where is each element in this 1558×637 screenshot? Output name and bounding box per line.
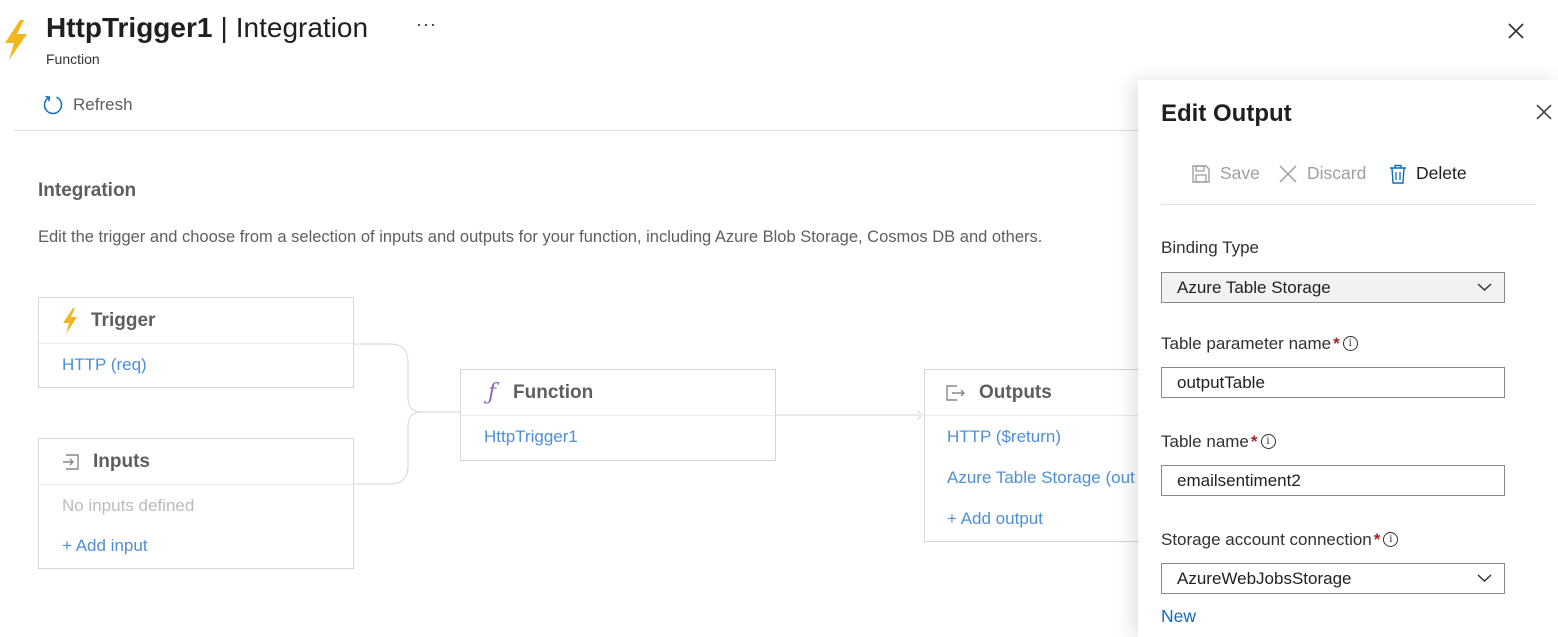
table-parameter-name-input[interactable]: outputTable <box>1161 367 1505 398</box>
output-http-link[interactable]: HTTP ($return) <box>947 427 1165 447</box>
page-subtitle: Function <box>46 51 100 67</box>
discard-icon <box>1279 164 1297 183</box>
trigger-title: Trigger <box>91 309 156 331</box>
info-icon[interactable]: i <box>1383 532 1399 547</box>
discard-button[interactable]: Discard <box>1278 163 1366 184</box>
function-card: ƒ Function HttpTrigger1 <box>460 369 776 461</box>
storage-account-connection-text: Storage account connection <box>1161 530 1372 549</box>
output-table-storage-link[interactable]: Azure Table Storage (out <box>947 468 1165 488</box>
outputs-card-header: Outputs <box>925 370 1165 416</box>
add-output-link[interactable]: + Add output <box>947 509 1165 529</box>
info-icon[interactable]: i <box>1260 434 1276 449</box>
storage-account-connection-dropdown[interactable]: AzureWebJobsStorage <box>1161 563 1505 594</box>
function-title: Function <box>513 381 594 403</box>
outputs-title: Outputs <box>979 381 1052 403</box>
delete-label: Delete <box>1416 163 1467 183</box>
chevron-down-icon <box>1477 574 1492 582</box>
inputs-card: Inputs No inputs defined + Add input <box>38 438 354 569</box>
close-icon[interactable] <box>1505 20 1527 42</box>
binding-type-value: Azure Table Storage <box>1177 278 1331 297</box>
binding-type-dropdown[interactable]: Azure Table Storage <box>1161 272 1505 303</box>
info-icon[interactable]: i <box>1342 336 1358 351</box>
required-marker: * <box>1333 334 1340 353</box>
refresh-label: Refresh <box>73 95 133 114</box>
add-input-link[interactable]: + Add input <box>62 536 148 555</box>
output-icon <box>946 384 965 401</box>
refresh-icon <box>43 95 63 115</box>
table-name-label: Table name * i <box>1161 432 1276 452</box>
inputs-title: Inputs <box>93 450 150 472</box>
table-parameter-name-label: Table parameter name * i <box>1161 334 1358 354</box>
inputs-card-header: Inputs <box>39 439 353 485</box>
function-icon: ƒ <box>487 380 497 405</box>
new-connection-link[interactable]: New <box>1161 606 1196 627</box>
chevron-down-icon <box>1477 283 1492 291</box>
no-inputs-text: No inputs defined <box>62 496 195 515</box>
save-button[interactable]: Save <box>1191 163 1260 184</box>
discard-label: Discard <box>1307 163 1367 183</box>
binding-type-label: Binding Type <box>1161 238 1259 257</box>
function-name: HttpTrigger1 <box>46 12 213 43</box>
panel-command-divider <box>1161 204 1536 205</box>
panel-title: Edit Output <box>1161 100 1292 127</box>
lightning-icon <box>63 307 77 334</box>
table-name-input[interactable]: emailsentiment2 <box>1161 465 1505 496</box>
required-marker: * <box>1250 432 1258 451</box>
title-separator: | <box>220 12 228 43</box>
page-title: HttpTrigger1 | Integration <box>46 12 368 44</box>
function-link[interactable]: HttpTrigger1 <box>484 427 578 446</box>
table-name-text: Table name <box>1161 432 1249 451</box>
edit-output-panel: Edit Output Save Discard Delete Binding … <box>1138 80 1558 637</box>
table-name-value: emailsentiment2 <box>1177 471 1301 490</box>
more-options-button[interactable]: ··· <box>416 14 437 35</box>
trigger-card: Trigger HTTP (req) <box>38 297 354 388</box>
trigger-http-link[interactable]: HTTP (req) <box>62 355 147 374</box>
integration-description: Edit the trigger and choose from a selec… <box>38 228 1043 246</box>
table-parameter-name-text: Table parameter name <box>1161 334 1332 353</box>
refresh-button[interactable]: Refresh <box>42 94 133 116</box>
close-icon[interactable] <box>1534 102 1554 122</box>
trigger-card-header: Trigger <box>39 298 353 344</box>
integration-heading: Integration <box>38 180 137 201</box>
delete-icon <box>1390 164 1406 184</box>
page-section: Integration <box>235 12 369 43</box>
table-parameter-name-value: outputTable <box>1177 373 1265 392</box>
lightning-icon <box>5 20 27 60</box>
required-marker: * <box>1373 530 1381 549</box>
toolbar-divider <box>14 130 1138 131</box>
outputs-card: Outputs HTTP ($return) Azure Table Stora… <box>924 369 1166 542</box>
delete-button[interactable]: Delete <box>1389 163 1467 184</box>
save-label: Save <box>1220 163 1260 183</box>
storage-account-connection-value: AzureWebJobsStorage <box>1177 569 1352 588</box>
function-card-header: ƒ Function <box>461 370 775 416</box>
input-icon <box>63 453 79 470</box>
storage-account-connection-label: Storage account connection * i <box>1161 530 1399 550</box>
save-icon <box>1192 164 1210 183</box>
